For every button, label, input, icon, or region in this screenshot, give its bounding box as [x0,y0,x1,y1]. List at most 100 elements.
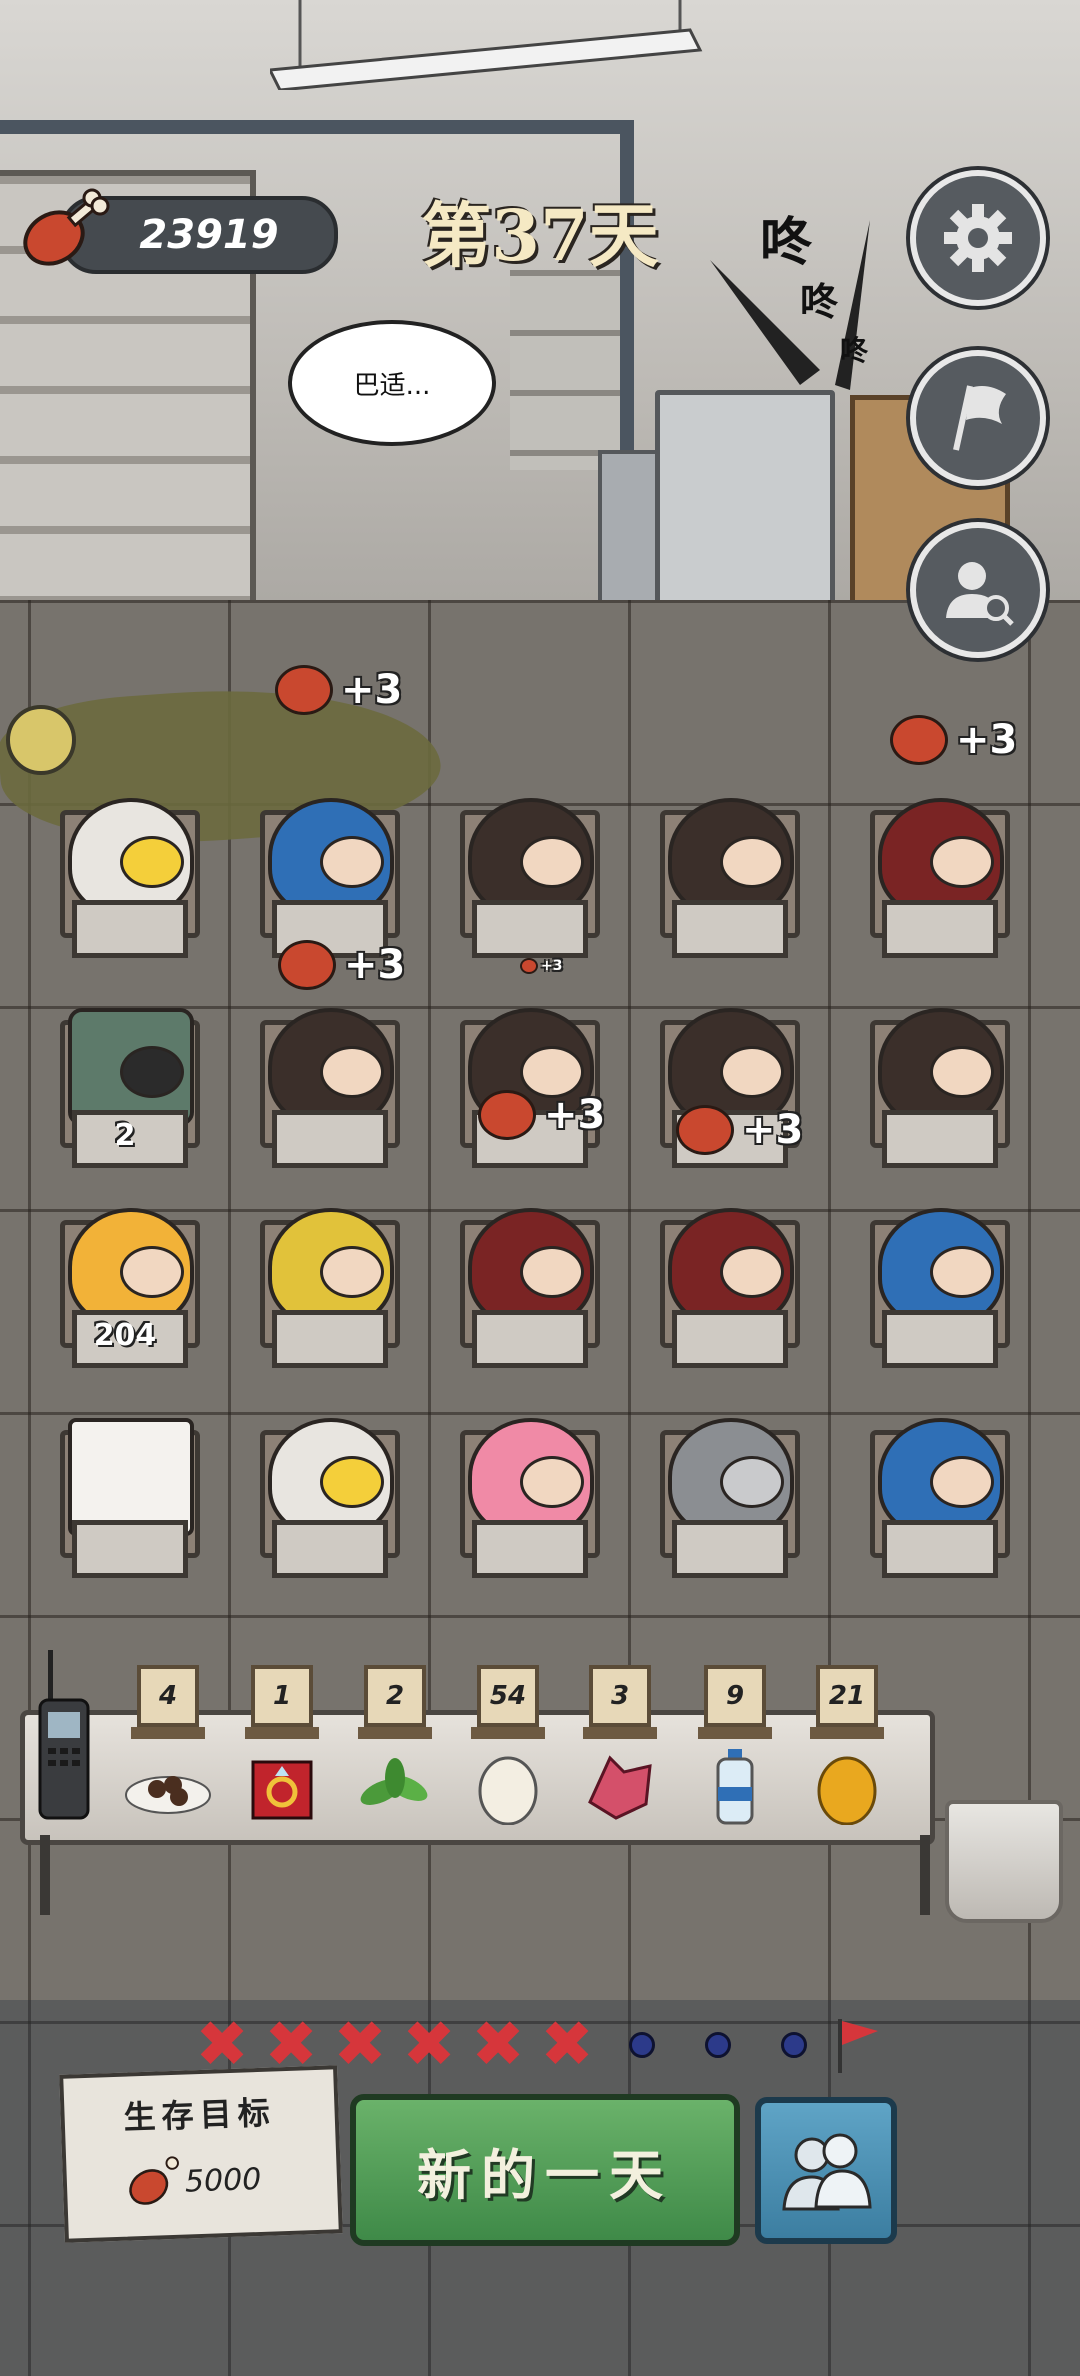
profile-search-button[interactable] [910,522,1046,658]
desk-r1-c2[interactable] [250,790,400,960]
water-bottle-icon [690,1749,780,1825]
drumstick-icon [278,940,336,990]
inventory-item-ring[interactable]: 1 [232,1665,332,1825]
goal-value: 5000 [184,2161,262,2200]
ceiling-lamp [270,0,703,90]
empty-bed [68,1418,194,1536]
knock-text-1: 咚 [760,213,813,273]
desk-r2-c5[interactable] [860,1000,1010,1170]
food-gain-popup: +3 [275,665,402,715]
metal-bucket [945,1800,1063,1923]
robot-counter: 2 [114,1118,136,1153]
crystal-icon [575,1749,665,1825]
desk-r1-c5[interactable] [860,790,1010,960]
desk-r3-c2[interactable] [250,1200,400,1370]
walkie-talkie-icon[interactable] [38,1650,90,1820]
ring-box-icon [237,1749,327,1825]
golden-egg-icon [802,1749,892,1825]
drumstick-icon [129,2156,179,2205]
gear-icon [944,204,1012,272]
inventory-item-herb[interactable]: 2 [345,1665,445,1825]
item-count: 3 [589,1665,651,1727]
desk-r2-c1[interactable]: 2 [50,1000,200,1170]
desk-r3-c4[interactable] [650,1200,800,1370]
completed-day-x-icon: ✖ [540,2008,594,2082]
inventory-item-egg[interactable]: 54 [458,1665,558,1825]
drumstick-icon [23,188,110,266]
drumstick-icon [478,1090,536,1140]
day-counter: 第37天 [421,194,659,277]
item-count: 4 [137,1665,199,1727]
inventory-item-water[interactable]: 9 [685,1665,785,1825]
new-day-button[interactable]: 新的一天 [350,2094,740,2246]
survivor-ponytail-girl-character [468,798,594,916]
survivor-yellow-bird-character [268,1418,394,1536]
speech-bubble: 巴适... [288,320,496,446]
profile-search-icon [946,562,1014,626]
completed-day-x-icon: ✖ [402,2008,456,2082]
goal-title: 生存目标 [123,2093,277,2137]
flag-button[interactable] [910,350,1046,486]
inventory-item-beans[interactable]: 4 [118,1665,218,1825]
survivor-robot-character [68,1008,194,1126]
herb-icon [350,1749,440,1825]
food-count: 23919 [139,212,279,258]
drumstick-icon [275,665,333,715]
survivor-ponytail-girl-character [878,1008,1004,1126]
desk-r3-c5[interactable] [860,1200,1010,1370]
desk-r4-c2[interactable] [250,1410,400,1580]
knock-text-2: 咚 [800,280,839,324]
survivor-old-man-character [878,1418,1004,1536]
survivor-hooded-girl-character [878,798,1004,916]
storage-shelf-small [510,270,620,470]
pending-day-dot [705,2032,731,2058]
desk-r1-c3[interactable] [450,790,600,960]
desk-r4-c5[interactable] [860,1410,1010,1580]
goal-flag-icon [838,2019,878,2073]
survivor-headband-girl-character [68,1208,194,1326]
flag-icon [953,385,1006,451]
knock-text-3: 咚 [840,334,869,367]
item-count: 1 [251,1665,313,1727]
pending-day-dot [629,2032,655,2058]
desk-r3-c1[interactable]: 204 [50,1200,200,1370]
survival-goal-card: 生存目标 5000 [59,2065,343,2243]
survivor-ponytail-girl-character [268,1008,394,1126]
team-button[interactable] [755,2097,897,2244]
inventory-item-crystal[interactable]: 3 [570,1665,670,1825]
inventory-item-golden-egg[interactable]: 21 [797,1665,897,1825]
survivor-ponytail-girl-character [668,798,794,916]
headband-girl-counter: 204 [93,1318,157,1353]
completed-day-x-icon: ✖ [471,2008,525,2082]
food-gain-popup: +3 [478,1090,605,1140]
survivor-hooded-girl-character [468,1208,594,1326]
completed-day-x-icon: ✖ [333,2008,387,2082]
desk-r4-c4[interactable] [650,1410,800,1580]
desk-r2-c3[interactable] [450,1000,600,1170]
table-legs [40,1835,930,1915]
drumstick-icon [890,715,948,765]
drumstick-icon [676,1105,734,1155]
desk-nameplate [72,900,188,958]
desk-r1-c1[interactable] [50,790,200,960]
team-icon [782,2133,872,2210]
survivor-pink-hair-girl-character [468,1418,594,1536]
food-gain-popup: +3 [278,940,405,990]
desk-r4-c1[interactable] [50,1410,200,1580]
knock-sound-effect: 咚 咚 咚 [710,213,870,390]
food-gain-popup-small: +3 [520,958,562,974]
item-count: 9 [704,1665,766,1727]
survivor-yellow-bird-character [68,798,194,916]
desk-r4-c3[interactable] [450,1410,600,1580]
beans-icon [123,1749,213,1825]
survivor-old-man-character [268,798,394,916]
survivor-hooded-girl-character [668,1208,794,1326]
settings-button[interactable] [910,170,1046,306]
food-gain-popup: +3 [890,715,1017,765]
desk-r1-c4[interactable] [650,790,800,960]
survivor-terminator-character [668,1418,794,1536]
desk-r2-c2[interactable] [250,1000,400,1170]
survivor-old-man-character [878,1208,1004,1326]
item-count: 54 [477,1665,539,1727]
desk-r3-c3[interactable] [450,1200,600,1370]
